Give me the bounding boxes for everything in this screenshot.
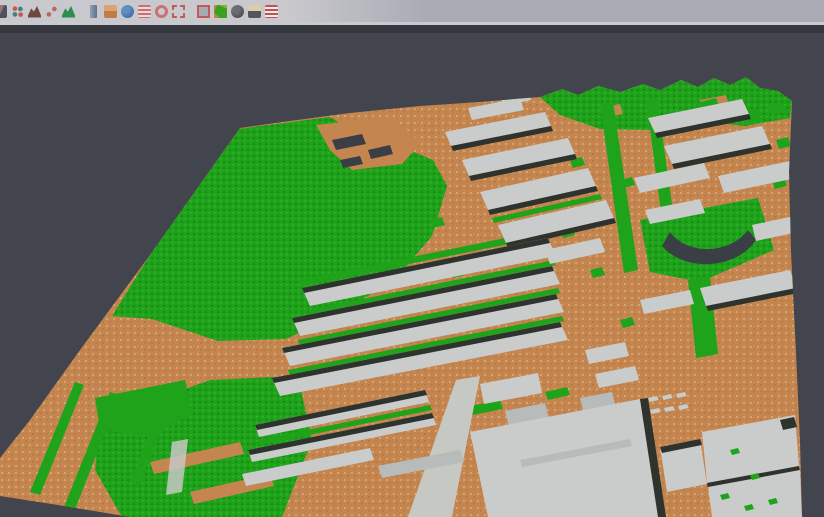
profile-panel-icon[interactable] [86, 4, 101, 19]
dark-globe-icon[interactable] [230, 4, 245, 19]
app-window [0, 0, 824, 517]
terrain-hill-icon[interactable] [27, 4, 42, 19]
green-hill-icon[interactable] [61, 4, 76, 19]
extent-corners-icon[interactable] [171, 4, 186, 19]
globe-icon[interactable] [120, 4, 135, 19]
viewport-3d[interactable] [0, 22, 824, 517]
toolbar-lower-strip [0, 22, 824, 25]
classification-map-icon[interactable] [213, 4, 228, 19]
gear-ring-icon[interactable] [154, 4, 169, 19]
toolbar [0, 0, 824, 23]
sparse-points-icon[interactable] [44, 4, 59, 19]
red-layers-icon[interactable] [137, 4, 152, 19]
survey-flag-icon[interactable] [247, 4, 262, 19]
viewport-top-band [0, 25, 824, 33]
point-pairs-icon[interactable] [10, 4, 25, 19]
point-cloud-canvas[interactable] [0, 22, 824, 517]
clipped-edge-tool-icon[interactable] [0, 4, 8, 19]
clip-box-icon[interactable] [196, 4, 211, 19]
orange-plane-icon[interactable] [103, 4, 118, 19]
red-bars-icon[interactable] [264, 4, 279, 19]
